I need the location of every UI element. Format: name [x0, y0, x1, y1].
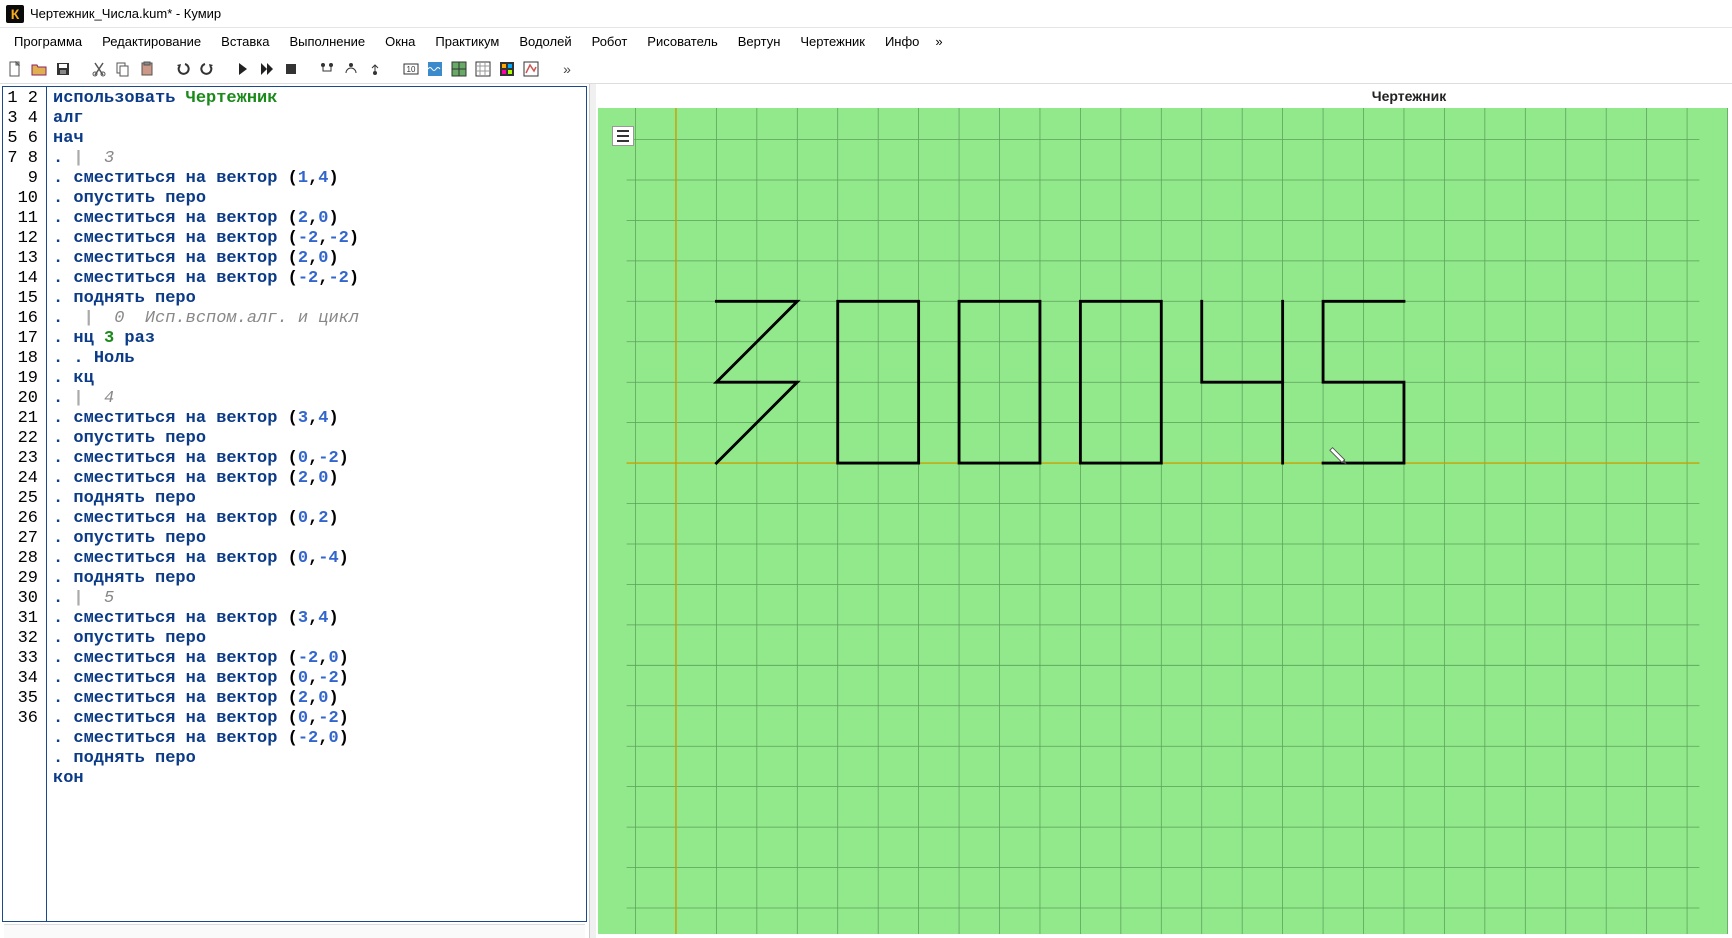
actor-turtle-icon[interactable] [496, 58, 518, 80]
paste-icon[interactable] [136, 58, 158, 80]
titlebar: К Чертежник_Числа.kum* - Кумир [0, 0, 1732, 28]
open-file-icon[interactable] [28, 58, 50, 80]
menu-insert[interactable]: Вставка [211, 31, 279, 52]
stop-icon[interactable] [280, 58, 302, 80]
editor-panel: 1 2 3 4 5 6 7 8 9 10 11 12 13 14 15 16 1… [0, 84, 590, 938]
status-area [4, 924, 585, 938]
actor-draftsman-icon[interactable] [520, 58, 542, 80]
main-area: 1 2 3 4 5 6 7 8 9 10 11 12 13 14 15 16 1… [0, 84, 1732, 938]
menu-edit[interactable]: Редактирование [92, 31, 211, 52]
menu-info[interactable]: Инфо [875, 31, 929, 52]
undo-icon[interactable] [172, 58, 194, 80]
cut-icon[interactable] [88, 58, 110, 80]
actor-painter-icon[interactable] [472, 58, 494, 80]
menu-practicum[interactable]: Практикум [425, 31, 509, 52]
menu-robot[interactable]: Робот [582, 31, 638, 52]
run-fast-icon[interactable] [256, 58, 278, 80]
canvas-menu-icon[interactable] [612, 126, 634, 146]
menubar: Программа Редактирование Вставка Выполне… [0, 28, 1732, 54]
step-over-icon[interactable] [340, 58, 362, 80]
canvas-panel: Чертежник [596, 84, 1732, 938]
save-file-icon[interactable] [52, 58, 74, 80]
run-icon[interactable] [232, 58, 254, 80]
code-editor[interactable]: 1 2 3 4 5 6 7 8 9 10 11 12 13 14 15 16 1… [2, 86, 587, 922]
drawing-canvas[interactable] [598, 108, 1728, 934]
actor-water-icon[interactable] [424, 58, 446, 80]
menu-run[interactable]: Выполнение [279, 31, 375, 52]
svg-text:10: 10 [407, 65, 416, 74]
toolbar-more[interactable]: » [556, 58, 578, 80]
copy-icon[interactable] [112, 58, 134, 80]
line-gutter: 1 2 3 4 5 6 7 8 9 10 11 12 13 14 15 16 1… [3, 87, 47, 921]
menu-more[interactable]: » [929, 31, 948, 52]
toolbar: 10 » [0, 54, 1732, 84]
canvas-svg [598, 108, 1728, 934]
menu-drawer[interactable]: Рисователь [637, 31, 727, 52]
menu-vertun[interactable]: Вертун [728, 31, 791, 52]
menu-program[interactable]: Программа [4, 31, 92, 52]
step-out-icon[interactable] [364, 58, 386, 80]
app-window: К Чертежник_Числа.kum* - Кумир Программа… [0, 0, 1732, 938]
canvas-title: Чертежник [596, 84, 1732, 108]
window-title: Чертежник_Числа.kum* - Кумир [30, 6, 221, 21]
actor-robot-icon[interactable] [448, 58, 470, 80]
menu-chertezhnik[interactable]: Чертежник [790, 31, 875, 52]
app-icon: К [6, 5, 24, 23]
app-icon-letter: К [11, 6, 20, 22]
step-into-icon[interactable] [316, 58, 338, 80]
code-area[interactable]: использовать Чертежникалгнач. | 3. смест… [47, 87, 586, 921]
new-file-icon[interactable] [4, 58, 26, 80]
menu-vodoley[interactable]: Водолей [509, 31, 581, 52]
actor-counter-icon[interactable]: 10 [400, 58, 422, 80]
menu-windows[interactable]: Окна [375, 31, 425, 52]
redo-icon[interactable] [196, 58, 218, 80]
